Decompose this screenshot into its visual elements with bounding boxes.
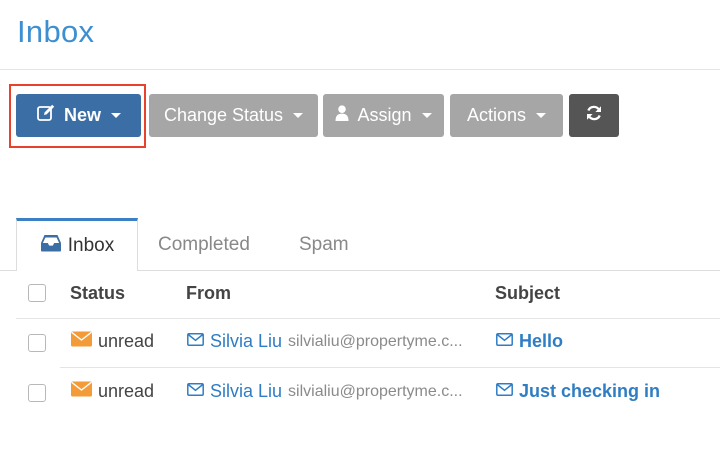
tab-spam-label: Spam (299, 234, 349, 255)
status-text: unread (98, 381, 155, 401)
new-button-label: New (63, 105, 101, 125)
subject-link[interactable]: Hello (519, 331, 563, 352)
inbox-tray-icon (40, 234, 62, 258)
subject-link[interactable]: Just checking in (519, 381, 660, 402)
envelope-filled-icon (71, 331, 92, 352)
envelope-outline-icon (187, 332, 204, 351)
chevron-down-icon (536, 113, 547, 118)
change-status-button[interactable]: Change Status (149, 94, 318, 137)
user-icon (335, 105, 349, 126)
column-header-subject[interactable]: Subject (495, 283, 560, 304)
refresh-icon (585, 104, 603, 127)
tab-spam[interactable]: Spam (299, 234, 349, 256)
column-header-status[interactable]: Status (70, 283, 125, 304)
change-status-label: Change Status (163, 105, 284, 125)
from-cell: Silvia Liu silvialiu@propertyme.c... (187, 381, 463, 402)
assign-label: Assign (357, 105, 412, 125)
sender-email: silvialiu@propertyme.c... (288, 382, 463, 400)
select-all-checkbox[interactable] (28, 284, 46, 302)
from-cell: Silvia Liu silvialiu@propertyme.c... (187, 331, 463, 352)
page-title: Inbox (17, 14, 95, 49)
tab-completed-label: Completed (158, 234, 250, 255)
tab-completed[interactable]: Completed (158, 234, 250, 256)
row-checkbox[interactable] (28, 334, 46, 352)
status-cell: unread (71, 331, 154, 352)
status-cell: unread (71, 381, 154, 402)
actions-label: Actions (466, 105, 527, 125)
envelope-outline-icon (496, 332, 513, 351)
header-divider (16, 318, 720, 319)
chevron-down-icon (293, 113, 304, 118)
sender-name-link[interactable]: Silvia Liu (210, 331, 282, 352)
row-checkbox[interactable] (28, 384, 46, 402)
envelope-outline-icon (187, 382, 204, 401)
subject-cell: Just checking in (496, 381, 660, 402)
assign-button[interactable]: Assign (323, 94, 444, 137)
status-text: unread (98, 331, 155, 351)
row-divider (60, 367, 720, 368)
chevron-down-icon (111, 113, 121, 118)
column-header-from[interactable]: From (186, 283, 231, 304)
title-divider (0, 69, 720, 70)
sender-name-link[interactable]: Silvia Liu (210, 381, 282, 402)
subject-cell: Hello (496, 331, 563, 352)
actions-button[interactable]: Actions (450, 94, 563, 137)
envelope-filled-icon (71, 381, 92, 402)
sender-email: silvialiu@propertyme.c... (288, 332, 463, 350)
refresh-button[interactable] (569, 94, 619, 137)
envelope-outline-icon (496, 382, 513, 401)
tab-inbox[interactable]: Inbox (16, 218, 138, 271)
tab-inbox-label: Inbox (67, 235, 115, 256)
new-button[interactable]: New (16, 94, 141, 137)
chevron-down-icon (421, 113, 432, 118)
edit-icon (36, 103, 56, 128)
